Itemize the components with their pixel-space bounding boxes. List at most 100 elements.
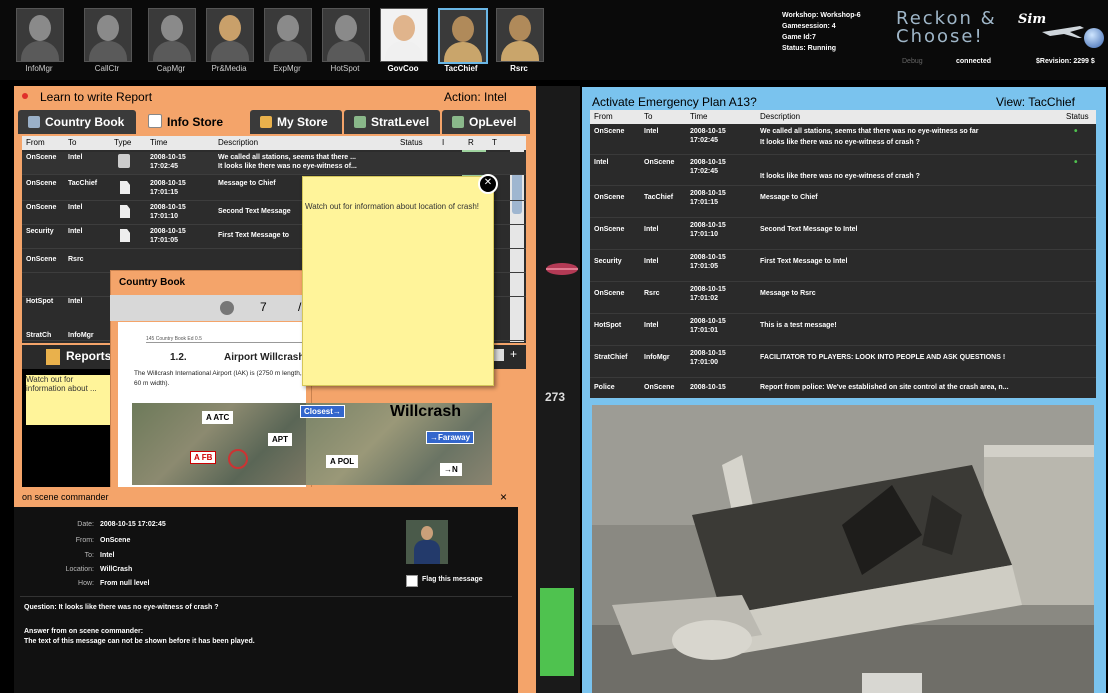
role-avatar-infomgr[interactable] [16, 8, 64, 62]
message-question: Question: It looks like there was no eye… [24, 604, 219, 611]
right-panel-title: Activate Emergency Plan A13? [592, 95, 757, 109]
tab-my-store[interactable]: My Store [250, 110, 342, 134]
revision-text: $Revision: 2299 $ [1036, 58, 1095, 65]
role-label: InfoMgr [25, 64, 53, 73]
table-row[interactable]: Security Intel 2008-10-15 17:01:05 First… [590, 250, 1096, 282]
document-icon [120, 205, 130, 218]
left-panel-header: Learn to write Report Action: Intel [14, 88, 536, 108]
tab-country-book[interactable]: Country Book [18, 110, 136, 134]
reports-label: Reports [66, 349, 112, 363]
role-label: CallCtr [94, 64, 120, 73]
role-avatar-prmedia[interactable] [206, 8, 254, 62]
role-label: GovCoo [387, 64, 419, 73]
role-label: HotSpot [330, 64, 360, 73]
tab-strat-level[interactable]: StratLevel [344, 110, 440, 134]
role-avatar-govcoo[interactable] [380, 8, 428, 62]
gamesession-text: Gamesession: 4 [782, 23, 836, 30]
game-id-text: Game Id:7 [782, 34, 816, 41]
timeline-counter: 273 [545, 390, 566, 404]
airplane-marker-icon [546, 263, 578, 275]
role-avatar-callctr[interactable] [84, 8, 132, 62]
action-label: Action: Intel [444, 90, 507, 104]
airport-map-extended: Closest→ Willcrash →Faraway A POL →N [300, 403, 492, 485]
close-icon[interactable]: ✕ [478, 174, 498, 194]
answer-title: Answer from on scene commander: [24, 628, 144, 635]
report-note[interactable]: Watch out for information about ... [26, 375, 110, 425]
status-dot: • [1074, 157, 1078, 168]
section-title: Airport Willcrash [224, 352, 305, 363]
document-icon [120, 229, 130, 242]
crash-scene-image [592, 405, 1094, 693]
chart-icon [354, 116, 366, 128]
document-icon [148, 114, 162, 128]
section-body: The Willcrash International Airport (IAK… [134, 370, 302, 387]
table-row[interactable]: OnScene TacChief 2008-10-15 17:01:15 Mes… [590, 186, 1096, 218]
close-icon[interactable]: × [500, 490, 507, 504]
left-tabs: Country Book Info Store My Store StratLe… [18, 110, 530, 134]
table-row[interactable]: Intel OnScene 2008-10-15 17:02:45 It loo… [590, 155, 1096, 186]
role-label: CapMgr [156, 64, 186, 73]
popup-title: on scene commander [22, 492, 109, 502]
role-avatar-rsrc[interactable] [496, 8, 544, 62]
role-avatar-capmgr[interactable] [148, 8, 196, 62]
sender-avatar [406, 520, 448, 564]
role-label: TacChief [444, 64, 478, 73]
message-location: WillCrash [100, 566, 133, 573]
role-avatar-tacchief[interactable] [438, 8, 488, 64]
alert-dot-icon [22, 93, 28, 99]
status-dot: • [1074, 126, 1078, 137]
table-header: From To Time Description Status [590, 110, 1096, 124]
divider [146, 342, 306, 343]
message-popup [14, 487, 518, 693]
role-avatar-expmgr[interactable] [264, 8, 312, 62]
flag-label: Flag this message [422, 576, 483, 583]
message-popup-header: on scene commander × [14, 487, 518, 507]
chart-icon [452, 116, 464, 128]
flag-checkbox[interactable] [406, 575, 418, 587]
globe-icon[interactable] [1084, 28, 1104, 48]
role-label: Rsrc [510, 64, 528, 73]
message-to: Intel [100, 552, 115, 559]
table-row[interactable]: OnScene Intel 2008-10-15 17:02:45 We cal… [22, 152, 526, 175]
table-row[interactable]: StratChief InfoMgr 2008-10-15 17:01:00 F… [590, 346, 1096, 378]
airplane-icon [1042, 26, 1084, 38]
table-row[interactable]: OnScene Intel 2008-10-15 17:02:45 We cal… [590, 124, 1096, 155]
document-icon [120, 181, 130, 194]
people-icon [118, 154, 130, 168]
book-icon [28, 116, 40, 128]
role-label: ExpMgr [273, 64, 301, 73]
country-book-title: Country Book [119, 277, 186, 288]
role-avatar-hotspot[interactable] [322, 8, 370, 62]
airport-map: A ATC APT A FB [132, 403, 306, 485]
sticky-note-text: Watch out for information about location… [305, 202, 480, 211]
answer-text: The text of this message can not be show… [24, 638, 255, 645]
previous-page-icon[interactable] [220, 301, 234, 315]
sticky-note[interactable]: Watch out for information about location… [302, 176, 494, 386]
table-row[interactable]: Police OnScene 2008-10-15 Report from po… [590, 378, 1096, 398]
table-row[interactable]: OnScene Intel 2008-10-15 17:01:10 Second… [590, 218, 1096, 250]
place-label: Willcrash [390, 403, 461, 420]
country-book-toolbar: 7 / [110, 295, 310, 321]
tab-op-level[interactable]: OpLevel [442, 110, 530, 134]
status-text: Status: Running [782, 45, 837, 52]
messages-table: From To Time Description Status OnScene … [590, 110, 1096, 398]
add-icon[interactable]: + [510, 347, 517, 361]
table-header: From To Type Time Description Status I R… [22, 136, 526, 150]
session-info: Workshop: Workshop-6 Gamesession: 4 Game… [782, 10, 861, 54]
section-number: 1.2. [170, 352, 187, 363]
page-number: 7 [260, 300, 267, 314]
task-title: Learn to write Report [40, 90, 153, 104]
page-separator: / [298, 300, 302, 314]
message-date: 2008-10-15 17:02:45 [100, 521, 166, 528]
crash-scene-video[interactable] [592, 405, 1094, 693]
tab-info-store[interactable]: Info Store [138, 110, 248, 134]
message-from: OnScene [100, 537, 131, 544]
folder-icon [46, 349, 60, 365]
debug-link[interactable]: Debug [902, 58, 923, 65]
folder-icon [260, 116, 272, 128]
view-label: View: TacChief [996, 95, 1075, 109]
table-row[interactable]: OnScene Rsrc 2008-10-15 17:01:02 Message… [590, 282, 1096, 314]
role-label: Pr&Media [211, 64, 247, 73]
table-row[interactable]: HotSpot Intel 2008-10-15 17:01:01 This i… [590, 314, 1096, 346]
progress-bar [540, 588, 574, 676]
